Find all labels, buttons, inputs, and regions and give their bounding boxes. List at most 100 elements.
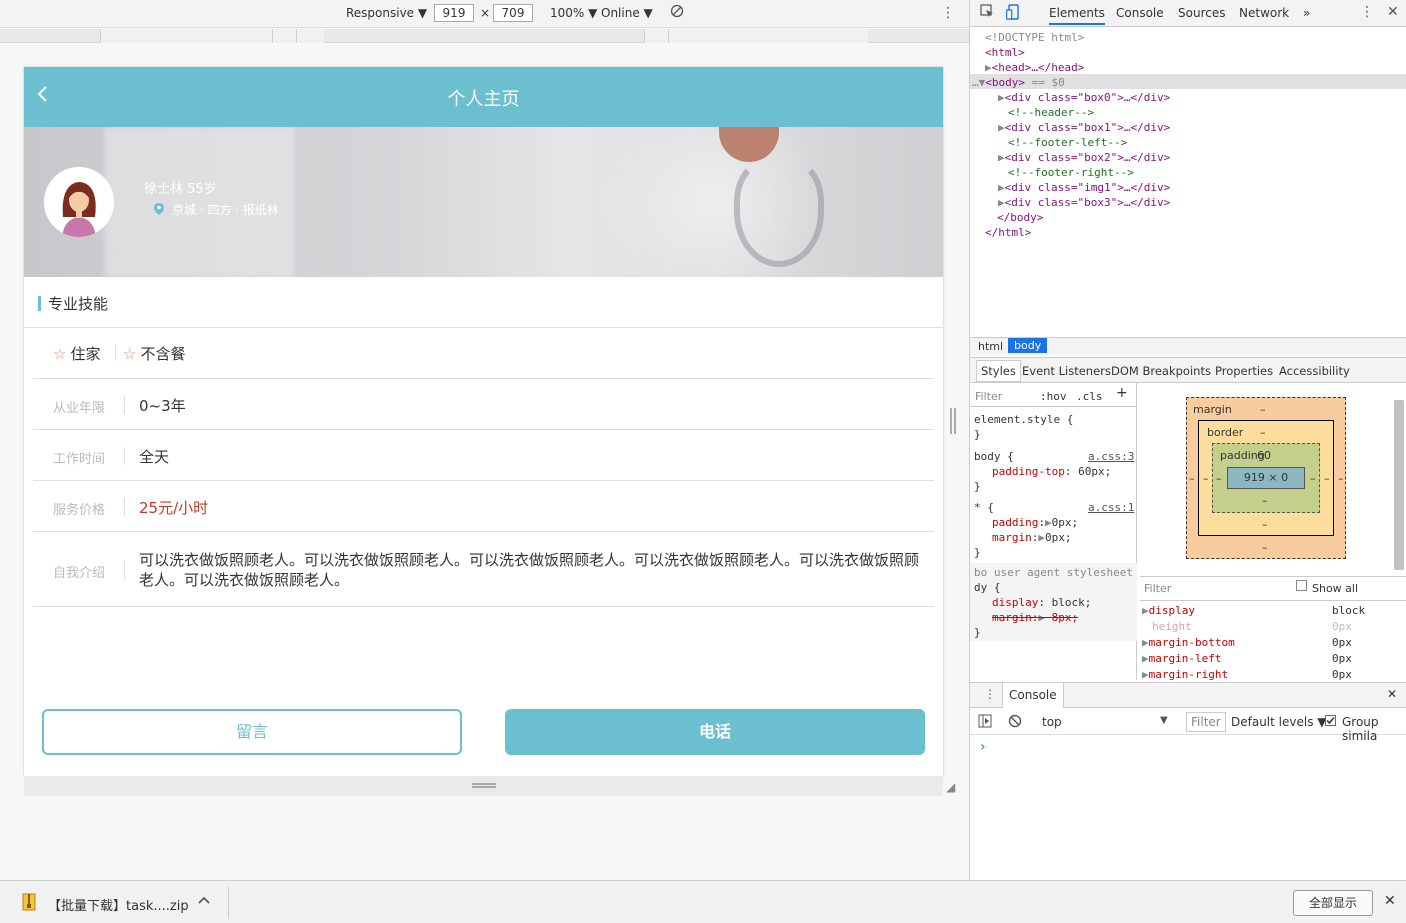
- expand-arrow-icon[interactable]: ▶: [998, 181, 1005, 194]
- more-options-icon[interactable]: ⋮: [941, 4, 955, 22]
- tab-dom-breakpoints[interactable]: DOM Breakpoints: [1111, 364, 1211, 378]
- star-rule-selector[interactable]: * {: [974, 500, 994, 515]
- dom-node[interactable]: ▶<div class="box3">…</div>: [998, 195, 1170, 210]
- download-file-name[interactable]: 【批量下载】task....zip: [48, 895, 189, 914]
- tab-styles[interactable]: Styles: [976, 360, 1021, 382]
- hov-button[interactable]: :hov: [1040, 389, 1067, 404]
- log-levels-select[interactable]: Default levels ▼: [1231, 715, 1327, 729]
- expand-arrow-icon[interactable]: ▶: [998, 121, 1005, 134]
- resize-corner-icon[interactable]: ◢: [946, 780, 955, 794]
- ruler-segment[interactable]: [296, 29, 324, 43]
- viewport: 个人主页 徐士林 55岁 京城 · 四方 · 报纸林 专业技能 ☆ 住家 ☆ 不…: [24, 67, 943, 776]
- ruler-segment[interactable]: [644, 29, 668, 43]
- box-model-content[interactable]: 919 × 0: [1227, 467, 1305, 489]
- close-icon[interactable]: ✕: [1384, 893, 1396, 909]
- ruler-segment[interactable]: [668, 29, 868, 43]
- height-input[interactable]: 709: [493, 4, 533, 22]
- star-rule-source[interactable]: a.css:1: [1088, 500, 1134, 515]
- call-button[interactable]: 电话: [505, 709, 925, 755]
- rotate-icon[interactable]: [670, 4, 684, 21]
- expand-arrow-icon[interactable]: ▶: [1142, 668, 1149, 681]
- dom-node[interactable]: ▶<div class="img1">…</div>: [998, 180, 1170, 195]
- more-tabs-icon[interactable]: »: [1303, 6, 1310, 20]
- viewport-resize-bottom[interactable]: [24, 776, 943, 796]
- close-drawer-icon[interactable]: ✕: [1387, 687, 1397, 701]
- profile-banner: 徐士林 55岁 京城 · 四方 · 报纸林: [24, 127, 943, 277]
- show-all-label[interactable]: Show all: [1312, 581, 1358, 597]
- dom-node[interactable]: </html>: [985, 225, 1031, 240]
- zoom-select[interactable]: 100% ▼: [550, 6, 597, 20]
- network-select[interactable]: Online ▼: [601, 6, 653, 20]
- show-all-checkbox[interactable]: [1296, 580, 1307, 596]
- breadcrumb-body[interactable]: body: [1008, 338, 1048, 353]
- dom-node[interactable]: <html>: [985, 45, 1025, 60]
- expand-arrow-icon[interactable]: ▶: [1142, 604, 1149, 617]
- tab-elements[interactable]: Elements: [1049, 6, 1105, 25]
- show-all-button[interactable]: 全部显示: [1293, 890, 1373, 916]
- drawer-menu-icon[interactable]: ⋮: [984, 687, 996, 701]
- viewport-resize-right[interactable]: [950, 408, 956, 434]
- group-similar-checkbox[interactable]: [1325, 715, 1336, 729]
- dom-node[interactable]: <!DOCTYPE html>: [985, 30, 1084, 45]
- styles-scrollbar[interactable]: [1394, 400, 1404, 570]
- computed-row[interactable]: ▶margin-bottom: [1142, 635, 1235, 651]
- tab-properties[interactable]: Properties: [1215, 364, 1273, 378]
- ruler-segment[interactable]: [100, 29, 272, 43]
- body-rule-selector[interactable]: body {: [974, 449, 1014, 464]
- expand-arrow-icon[interactable]: ▶: [1142, 636, 1149, 649]
- expand-arrow-icon[interactable]: ▶: [998, 196, 1005, 209]
- tab-console-drawer[interactable]: Console: [1002, 683, 1064, 708]
- expand-arrow-icon[interactable]: ▶: [998, 91, 1005, 104]
- sidebar-toggle-icon[interactable]: [978, 714, 992, 731]
- clear-console-icon[interactable]: [1008, 714, 1022, 731]
- dom-node[interactable]: ▶<div class="box0">…</div>: [998, 90, 1170, 105]
- add-rule-icon[interactable]: +: [1116, 386, 1128, 401]
- chevron-down-icon[interactable]: ▼: [1160, 715, 1168, 726]
- console-prompt[interactable]: ›: [980, 739, 986, 755]
- dom-node[interactable]: ▶<div class="box2">…</div>: [998, 150, 1170, 165]
- devtools-menu-icon[interactable]: ⋮: [1360, 4, 1374, 20]
- dom-comment[interactable]: <!--footer-left-->: [1008, 135, 1127, 150]
- computed-row[interactable]: ▶margin-right: [1142, 667, 1228, 683]
- dom-node-selected[interactable]: …▼<body> == $0: [972, 75, 1065, 90]
- expand-arrow-icon[interactable]: ▶: [1142, 652, 1149, 665]
- style-declaration[interactable]: padding:▶0px;: [992, 515, 1078, 530]
- body-rule-source[interactable]: a.css:3: [1088, 449, 1134, 464]
- computed-row[interactable]: height: [1152, 619, 1192, 635]
- context-select[interactable]: top: [1042, 715, 1062, 729]
- ruler-segment[interactable]: [272, 29, 296, 43]
- tab-sources[interactable]: Sources: [1178, 6, 1225, 20]
- computed-filter-input[interactable]: Filter: [1144, 581, 1171, 597]
- device-select[interactable]: Responsive ▼: [346, 6, 427, 20]
- cls-button[interactable]: .cls: [1076, 389, 1103, 404]
- styles-filter-input[interactable]: Filter: [975, 389, 1002, 404]
- dom-node[interactable]: ▶<head>…</head>: [985, 60, 1084, 75]
- tab-event-listeners[interactable]: Event Listeners: [1022, 364, 1111, 378]
- chevron-up-icon[interactable]: [198, 893, 210, 908]
- computed-row[interactable]: ▶margin-left: [1142, 651, 1221, 667]
- expand-arrow-icon[interactable]: ▶: [998, 151, 1005, 164]
- tab-console[interactable]: Console: [1116, 6, 1164, 20]
- device-toggle-icon[interactable]: [1006, 4, 1020, 24]
- group-similar-label[interactable]: Group simila: [1342, 715, 1406, 743]
- close-icon[interactable]: ✕: [1387, 4, 1399, 20]
- tab-accessibility[interactable]: Accessibility: [1279, 364, 1350, 378]
- expand-arrow-icon[interactable]: ▶: [1045, 516, 1052, 529]
- style-declaration[interactable]: padding-top: 60px;: [992, 464, 1111, 479]
- tab-network[interactable]: Network: [1239, 6, 1289, 20]
- resize-handle-icon[interactable]: [472, 783, 496, 788]
- computed-row[interactable]: ▶display: [1142, 603, 1195, 619]
- dom-comment[interactable]: <!--header-->: [1008, 105, 1094, 120]
- inspect-icon[interactable]: [980, 4, 994, 22]
- width-input[interactable]: 919: [434, 4, 474, 22]
- breadcrumb-html[interactable]: html: [978, 340, 1003, 353]
- dom-comment[interactable]: <!--footer-right-->: [1008, 165, 1134, 180]
- expand-arrow-icon[interactable]: ▶: [1038, 531, 1045, 544]
- console-filter-input[interactable]: Filter: [1186, 712, 1226, 732]
- element-style-rule[interactable]: element.style {: [974, 412, 1073, 427]
- expand-arrow-icon[interactable]: ▶: [985, 61, 992, 74]
- style-declaration[interactable]: margin:▶0px;: [992, 530, 1072, 545]
- dom-node[interactable]: </body>: [997, 210, 1043, 225]
- message-button[interactable]: 留言: [42, 709, 462, 755]
- dom-node[interactable]: ▶<div class="box1">…</div>: [998, 120, 1170, 135]
